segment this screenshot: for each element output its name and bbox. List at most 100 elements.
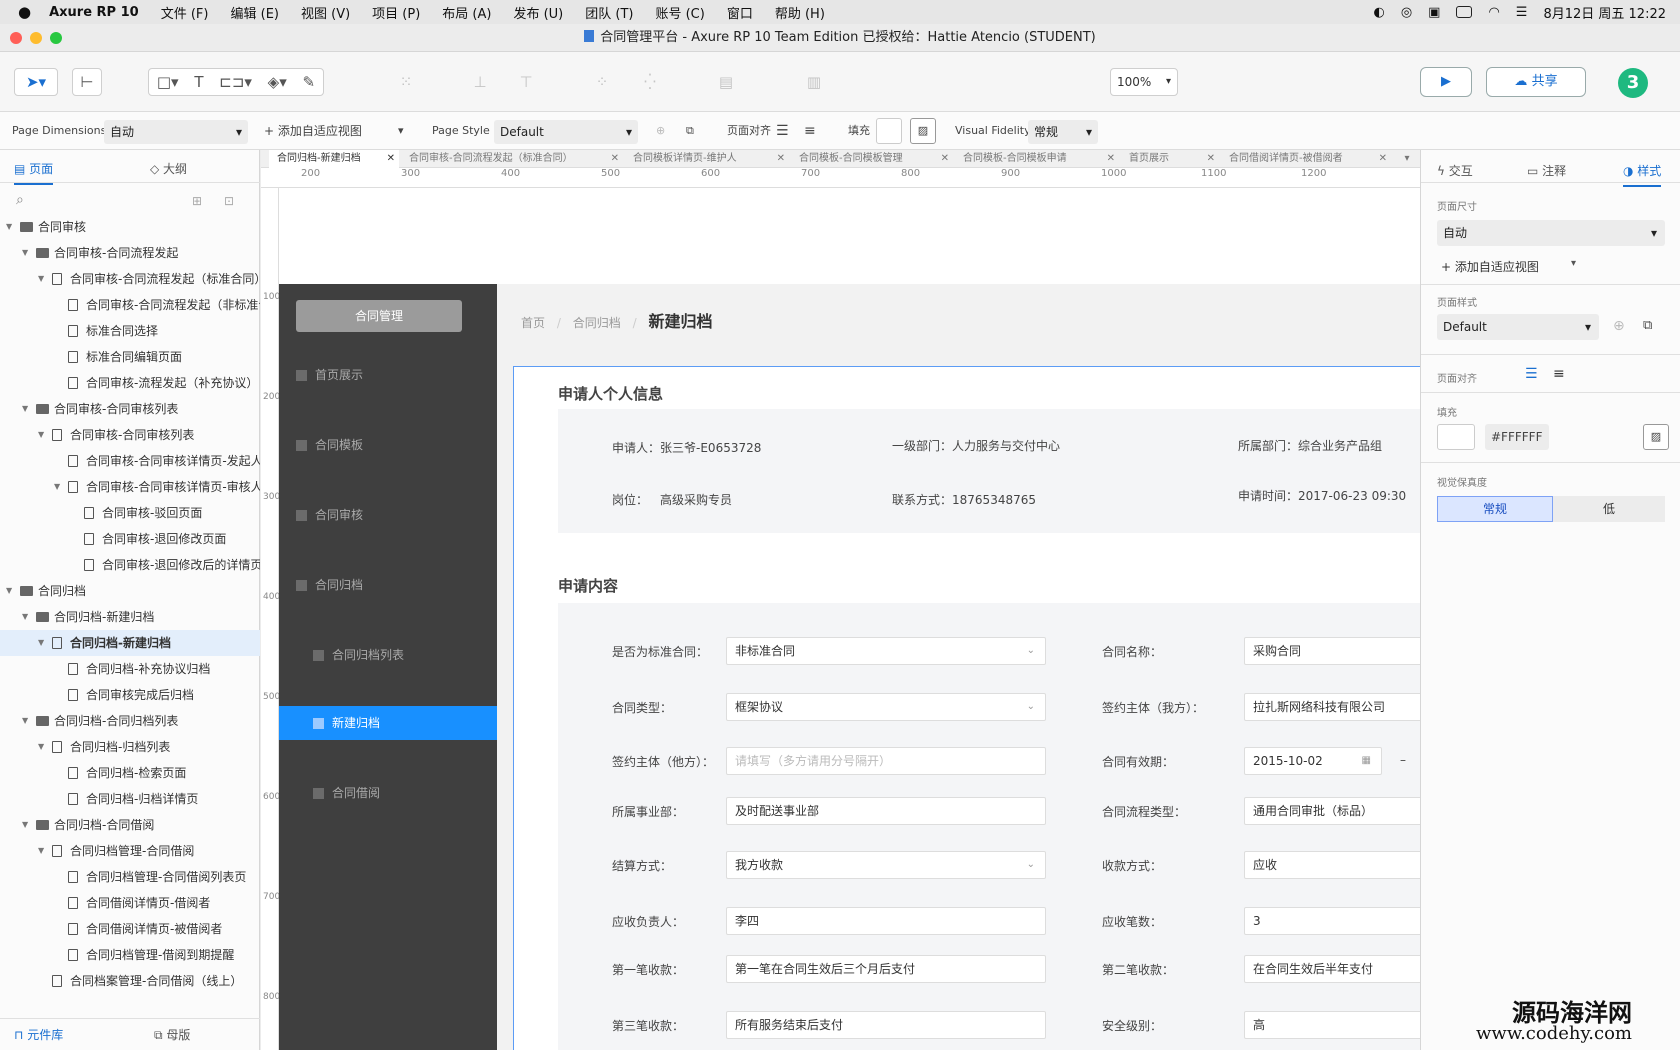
field-input[interactable]: 第一笔在合同生效后三个月后支付	[726, 955, 1046, 983]
menu-team[interactable]: 团队 (T)	[585, 3, 633, 22]
tree-page[interactable]: 合同审核-合同流程发起（非标准合同）	[0, 292, 260, 318]
tree-folder[interactable]: ▼ 合同审核-合同流程发起	[0, 240, 260, 266]
field-input[interactable]: 通用合同审批（标品）	[1244, 797, 1420, 825]
user-avatar[interactable]: 3	[1618, 68, 1648, 98]
distribute-icon[interactable]: ⊤	[516, 68, 536, 96]
text-tool-icon[interactable]: T	[194, 73, 203, 91]
edit-style-icon[interactable]: ⧉	[1643, 318, 1652, 333]
ungroup-icon[interactable]: ⁛	[640, 68, 660, 96]
proto-sidebar-header-button[interactable]: 合同管理	[296, 300, 462, 332]
page-size-select[interactable]: 自动 ▾	[1437, 220, 1665, 246]
connect-tool-button[interactable]: ⊢	[72, 68, 102, 96]
menubar-app-name[interactable]: Axure RP 10	[49, 5, 139, 20]
tree-page[interactable]: 合同审核-驳回页面	[0, 500, 260, 526]
tab-page-2[interactable]: 合同模板详情页-维护人 ✕	[627, 150, 789, 168]
select-tool-button[interactable]: ➤▾	[14, 68, 58, 96]
proto-nav-borrow[interactable]: 合同借阅	[279, 776, 497, 810]
layers-tool-icon[interactable]: ◈▾	[268, 73, 287, 91]
expand-triangle-icon[interactable]: ▼	[6, 214, 12, 240]
close-icon[interactable]: ✕	[387, 150, 395, 168]
tree-page[interactable]: 合同归档-补充协议归档	[0, 656, 260, 682]
control-center-icon[interactable]: ☰	[1516, 5, 1528, 20]
align-center-icon[interactable]: ≡	[1553, 366, 1565, 382]
expand-triangle-icon[interactable]: ▼	[38, 734, 44, 760]
tree-page[interactable]: 合同审核-流程发起（补充协议）	[0, 370, 260, 396]
tree-page[interactable]: 合同借阅详情页-借阅者	[0, 890, 260, 916]
expand-triangle-icon[interactable]: ▼	[38, 422, 44, 448]
field-input[interactable]: 2015-10-02 ▦	[1244, 747, 1382, 775]
adaptive-dropdown-icon[interactable]: ▾	[1571, 258, 1576, 269]
pen-tool-icon[interactable]: ✎	[303, 73, 316, 91]
expand-triangle-icon[interactable]: ▼	[22, 240, 28, 266]
tab-libraries[interactable]: ⊓ 元件库	[14, 1026, 63, 1043]
share-button[interactable]: ☁ 共享	[1486, 67, 1586, 97]
add-page-icon[interactable]: ⊞	[192, 194, 202, 208]
page-dimensions-select[interactable]: 自动 ▾	[104, 120, 248, 144]
tab-outline[interactable]: ◇ 大纲	[150, 160, 187, 177]
wifi-icon[interactable]: ◠	[1488, 5, 1499, 20]
add-folder-icon[interactable]: ⊡	[224, 194, 234, 208]
reset-style-icon[interactable]: ⊕	[656, 112, 665, 150]
align-icon[interactable]: ⊥	[470, 68, 490, 96]
field-input[interactable]: 高	[1244, 1011, 1420, 1039]
fill-image-icon[interactable]: ▨	[1643, 424, 1669, 450]
tree-page[interactable]: 标准合同编辑页面	[0, 344, 260, 370]
battery-icon[interactable]	[1456, 6, 1473, 18]
tree-page[interactable]: ▼ 合同审核-合同审核列表	[0, 422, 260, 448]
fidelity-low-button[interactable]: 低	[1553, 496, 1665, 522]
tree-page[interactable]: 合同归档-检索页面	[0, 760, 260, 786]
tree-page[interactable]: 合同归档管理-合同借阅列表页	[0, 864, 260, 890]
align-center-icon[interactable]: ≡	[804, 112, 816, 150]
tree-page[interactable]: 合同审核-退回修改后的详情页	[0, 552, 260, 578]
zoom-select[interactable]: 100% ▾	[1110, 68, 1178, 96]
app-status-icon[interactable]: ▣	[1428, 5, 1440, 20]
page-style-select[interactable]: Default ▾	[494, 120, 638, 144]
proto-nav-new-archive[interactable]: 新建归档	[279, 706, 497, 740]
fidelity-normal-button[interactable]: 常规	[1437, 496, 1553, 522]
field-input[interactable]: 请填写（多方请用分号隔开）	[726, 747, 1046, 775]
field-input[interactable]: 采购合同	[1244, 637, 1420, 665]
fill-image-icon[interactable]: ▨	[910, 118, 936, 144]
close-icon[interactable]: ✕	[941, 150, 949, 168]
close-icon[interactable]: ✕	[1379, 150, 1387, 168]
tree-page[interactable]: 合同审核-退回修改页面	[0, 526, 260, 552]
tab-interactions[interactable]: ϟ 交互	[1437, 162, 1473, 179]
tree-page[interactable]: 合同归档-归档详情页	[0, 786, 260, 812]
close-icon[interactable]: ✕	[777, 150, 785, 168]
close-icon[interactable]: ✕	[1207, 150, 1215, 168]
menu-account[interactable]: 账号 (C)	[655, 3, 704, 22]
reset-style-icon[interactable]: ⊕	[1613, 318, 1625, 334]
expand-triangle-icon[interactable]: ▼	[38, 266, 44, 292]
tab-masters[interactable]: ⧉ 母版	[154, 1026, 190, 1043]
field-input[interactable]: 我方收款 ⌄	[726, 851, 1046, 879]
breadcrumb-archive[interactable]: 合同归档	[573, 316, 621, 330]
tree-page[interactable]: 合同档案管理-合同借阅（线上）	[0, 968, 260, 994]
expand-triangle-icon[interactable]: ▼	[22, 708, 28, 734]
tree-page[interactable]: ▼ 合同审核-合同流程发起（标准合同）	[0, 266, 260, 292]
tree-folder[interactable]: ▼ 合同归档-合同归档列表	[0, 708, 260, 734]
tab-page-5[interactable]: 首页展示 ✕	[1123, 150, 1219, 168]
expand-triangle-icon[interactable]: ▼	[22, 812, 28, 838]
tree-page[interactable]: 标准合同选择	[0, 318, 260, 344]
edit-style-icon[interactable]: ⧉	[686, 112, 694, 150]
wechat-icon[interactable]: ◐	[1373, 5, 1384, 20]
menubar-datetime[interactable]: 8月12日 周五 12:22	[1543, 3, 1666, 22]
rectangle-tool-icon[interactable]: □▾	[157, 73, 179, 91]
tab-notes[interactable]: ▭ 注释	[1527, 162, 1566, 179]
tree-page[interactable]: ▼ 合同归档管理-合同借阅	[0, 838, 260, 864]
proto-nav-home[interactable]: 首页展示	[279, 358, 497, 392]
lock-icon[interactable]: ⁘	[592, 68, 612, 96]
status-icon[interactable]: ◎	[1401, 5, 1412, 20]
tree-folder[interactable]: ▼ 合同审核	[0, 214, 260, 240]
tree-page[interactable]: ▼ 合同归档-归档列表	[0, 734, 260, 760]
tree-folder[interactable]: ▼ 合同归档	[0, 578, 260, 604]
field-input[interactable]: 框架协议 ⌄	[726, 693, 1046, 721]
tab-page-3[interactable]: 合同模板-合同模板管理 ✕	[793, 150, 953, 168]
add-adaptive-view-link[interactable]: + 添加自适应视图	[1441, 258, 1539, 275]
field-input[interactable]: 应收	[1244, 851, 1420, 879]
field-input[interactable]: 所有服务结束后支付	[726, 1011, 1046, 1039]
field-input[interactable]: 在合同生效后半年支付	[1244, 955, 1420, 983]
tree-folder[interactable]: ▼ 合同归档-合同借阅	[0, 812, 260, 838]
apple-icon[interactable]: ●	[18, 3, 31, 21]
tab-page-4[interactable]: 合同模板-合同模板申请 ✕	[957, 150, 1119, 168]
